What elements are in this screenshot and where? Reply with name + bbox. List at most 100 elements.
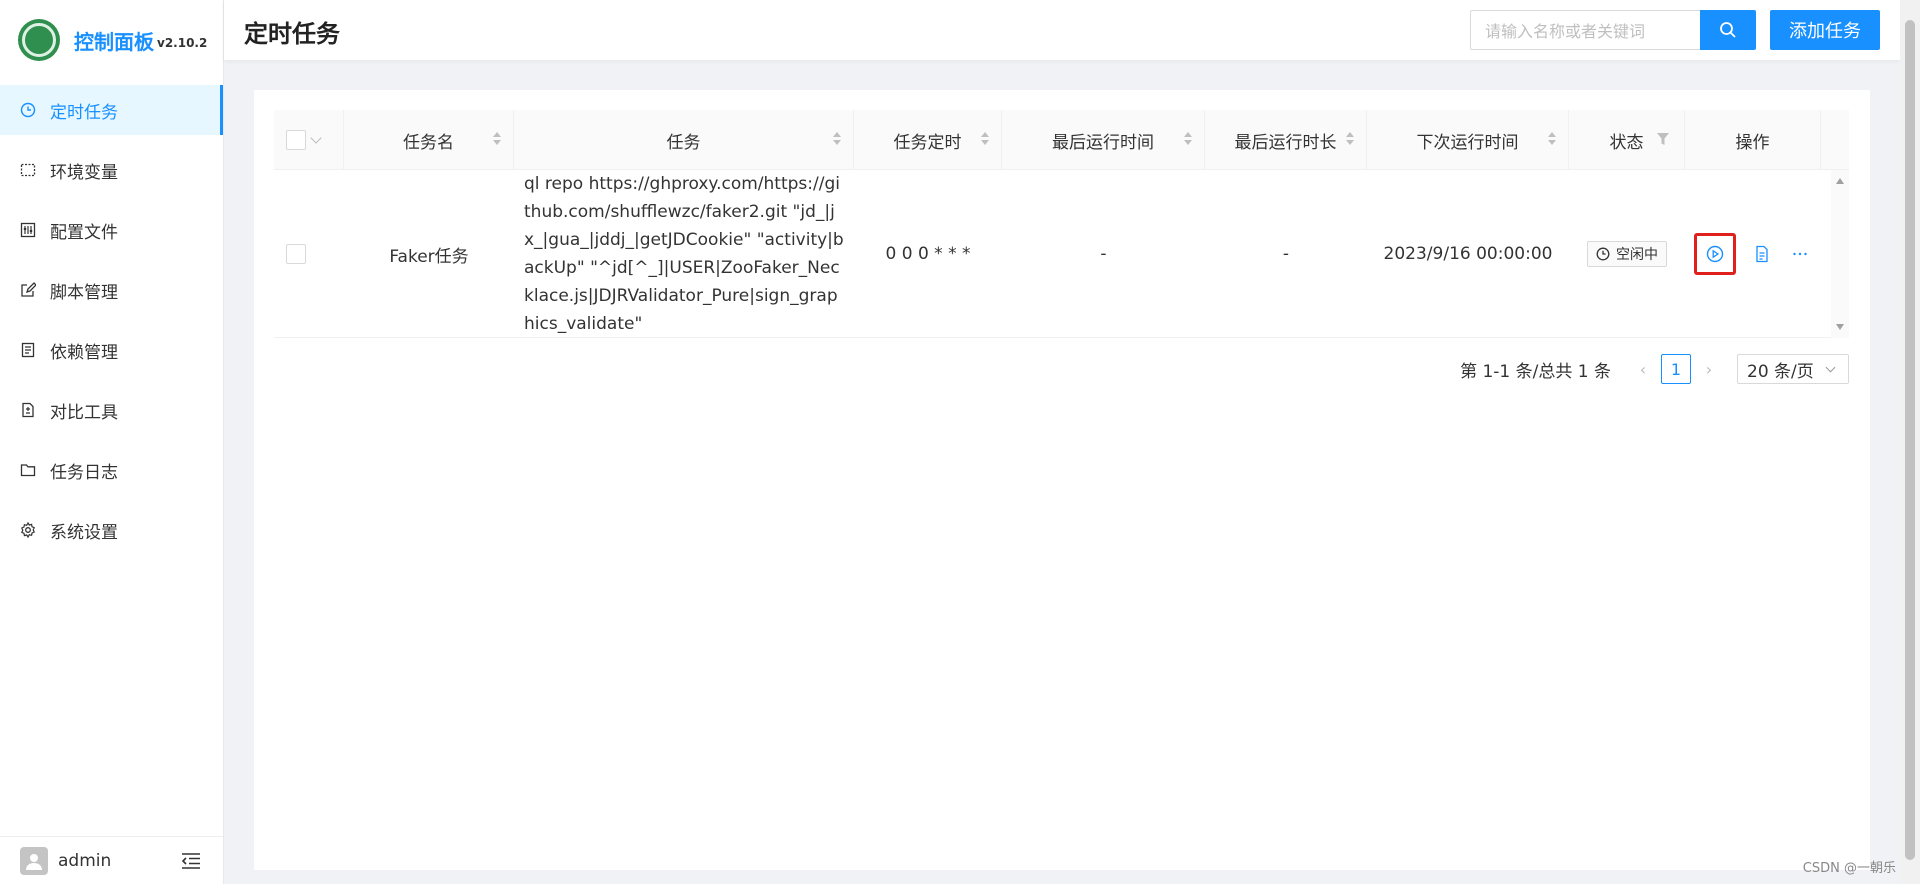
sidebar-item-label: 依赖管理 — [50, 342, 118, 363]
dependency-icon — [20, 342, 36, 358]
sort-icon[interactable] — [833, 132, 841, 145]
column-label: 任务定时 — [893, 132, 962, 153]
search-icon — [1720, 22, 1736, 38]
page-size-select[interactable]: 20 条/页 — [1737, 354, 1849, 384]
search-input[interactable]: 请输入名称或者关键词 — [1470, 10, 1700, 50]
sidebar-item-label: 定时任务 — [50, 102, 118, 123]
select-all-checkbox[interactable] — [286, 130, 306, 150]
task-name: Faker任务 — [389, 246, 469, 267]
logo-icon — [18, 19, 60, 61]
task-last-run: - — [1100, 244, 1107, 264]
sidebar-item-scripts[interactable]: 脚本管理 — [0, 265, 223, 315]
column-label: 最后运行时长 — [1234, 132, 1337, 153]
more-button[interactable] — [1788, 242, 1812, 266]
column-label: 任务 — [666, 132, 701, 153]
app-title: 控制面板 — [74, 29, 154, 54]
ellipsis-icon — [1793, 252, 1807, 256]
clock-icon — [20, 102, 36, 118]
avatar[interactable] — [20, 846, 48, 875]
sort-icon[interactable] — [1346, 132, 1354, 145]
variable-icon — [20, 162, 36, 178]
watermark: CSDN @一朝乐 — [1802, 861, 1896, 876]
edit-icon — [20, 282, 36, 298]
chevron-down-icon[interactable] — [310, 132, 322, 144]
column-name[interactable]: 任务名 — [344, 110, 514, 170]
page-size-label: 20 条/页 — [1747, 361, 1814, 382]
next-page-button[interactable]: › — [1697, 360, 1721, 379]
diff-icon — [20, 402, 36, 418]
table-scrollbar[interactable] — [1831, 170, 1849, 338]
sidebar-item-diff[interactable]: 对比工具 — [0, 385, 223, 435]
file-icon — [1756, 245, 1768, 263]
sidebar-item-env[interactable]: 环境变量 — [0, 145, 223, 195]
sort-icon[interactable] — [1548, 132, 1556, 145]
task-status-cell: 空闲中 — [1569, 170, 1685, 338]
gear-icon — [20, 522, 36, 538]
table-header: 任务名 任务 任务定时 最后运行时间 最后运行时长 下次运行时间 状态 操作 — [274, 110, 1849, 170]
chevron-down-icon — [1825, 362, 1836, 373]
column-schedule[interactable]: 任务定时 — [854, 110, 1002, 170]
row-select-cell — [274, 170, 344, 338]
user-bar: admin — [0, 836, 223, 884]
config-icon — [20, 222, 36, 238]
page-scrollbar[interactable] — [1900, 0, 1920, 884]
pagination: 第 1-1 条/总共 1 条 ‹ 1 › 20 条/页 — [1460, 353, 1849, 385]
select-all-cell — [274, 110, 344, 170]
pagination-total: 第 1-1 条/总共 1 条 — [1460, 361, 1611, 382]
column-actions: 操作 — [1685, 110, 1821, 170]
column-last-run[interactable]: 最后运行时间 — [1002, 110, 1205, 170]
sidebar-item-label: 环境变量 — [50, 162, 118, 183]
column-next-run[interactable]: 下次运行时间 — [1367, 110, 1569, 170]
sidebar-item-logs[interactable]: 任务日志 — [0, 445, 223, 495]
view-log-button[interactable] — [1750, 242, 1774, 266]
task-table: 任务名 任务 任务定时 最后运行时间 最后运行时长 下次运行时间 状态 操作 F… — [274, 110, 1849, 384]
main-content: 任务名 任务 任务定时 最后运行时间 最后运行时长 下次运行时间 状态 操作 F… — [254, 90, 1870, 870]
column-status[interactable]: 状态 — [1569, 110, 1685, 170]
sidebar-item-label: 脚本管理 — [50, 282, 118, 303]
sidebar-item-label: 任务日志 — [50, 462, 118, 483]
column-label: 最后运行时间 — [1052, 132, 1154, 153]
search-button[interactable] — [1700, 10, 1756, 50]
sidebar: 控制面板 v2.10.2 定时任务 环境变量 配置文件 脚本管理 依赖管理 对比… — [0, 0, 224, 884]
sidebar-item-settings[interactable]: 系统设置 — [0, 505, 223, 555]
sidebar-item-cron[interactable]: 定时任务 — [0, 85, 223, 135]
sort-icon[interactable] — [1184, 132, 1192, 145]
column-last-duration[interactable]: 最后运行时长 — [1205, 110, 1367, 170]
table-row: Faker任务 ql repo https://ghproxy.com/http… — [274, 170, 1849, 338]
prev-page-button[interactable]: ‹ — [1631, 360, 1655, 379]
page-header: 定时任务 请输入名称或者关键词 添加任务 — [224, 0, 1900, 60]
sidebar-item-label: 对比工具 — [50, 402, 118, 423]
row-checkbox[interactable] — [286, 244, 306, 264]
sidebar-menu: 定时任务 环境变量 配置文件 脚本管理 依赖管理 对比工具 任务日志 系统设置 — [0, 85, 223, 555]
status-badge: 空闲中 — [1587, 241, 1667, 267]
task-actions — [1685, 170, 1821, 338]
add-task-button[interactable]: 添加任务 — [1770, 10, 1880, 50]
sidebar-item-deps[interactable]: 依赖管理 — [0, 325, 223, 375]
header-scroll-spacer — [1821, 110, 1849, 170]
column-label: 操作 — [1735, 132, 1770, 153]
column-label: 下次运行时间 — [1416, 132, 1519, 153]
folder-icon — [20, 462, 36, 478]
page-number[interactable]: 1 — [1661, 354, 1691, 384]
logo: 控制面板 v2.10.2 — [0, 0, 223, 80]
status-text: 空闲中 — [1616, 247, 1658, 263]
table-body: Faker任务 ql repo https://ghproxy.com/http… — [274, 170, 1849, 338]
sidebar-item-label: 系统设置 — [50, 522, 118, 543]
sort-icon[interactable] — [493, 132, 501, 145]
play-circle-icon — [1706, 245, 1724, 263]
sidebar-item-label: 配置文件 — [50, 222, 118, 243]
sort-icon[interactable] — [981, 132, 989, 145]
column-command[interactable]: 任务 — [514, 110, 854, 170]
sidebar-item-config[interactable]: 配置文件 — [0, 205, 223, 255]
column-label: 状态 — [1609, 132, 1644, 153]
task-schedule: 0 0 0 * * * — [885, 244, 971, 264]
task-command: ql repo https://ghproxy.com/https://gith… — [524, 174, 844, 334]
scrollbar-thumb[interactable] — [1905, 20, 1915, 860]
task-last-duration: - — [1282, 244, 1290, 264]
app-version: v2.10.2 — [157, 36, 208, 50]
page-title: 定时任务 — [244, 20, 340, 48]
run-task-button[interactable] — [1694, 233, 1736, 275]
task-next-run: 2023/9/16 00:00:00 — [1383, 244, 1553, 264]
menu-collapse-icon[interactable] — [181, 853, 201, 869]
filter-icon[interactable] — [1656, 132, 1670, 146]
